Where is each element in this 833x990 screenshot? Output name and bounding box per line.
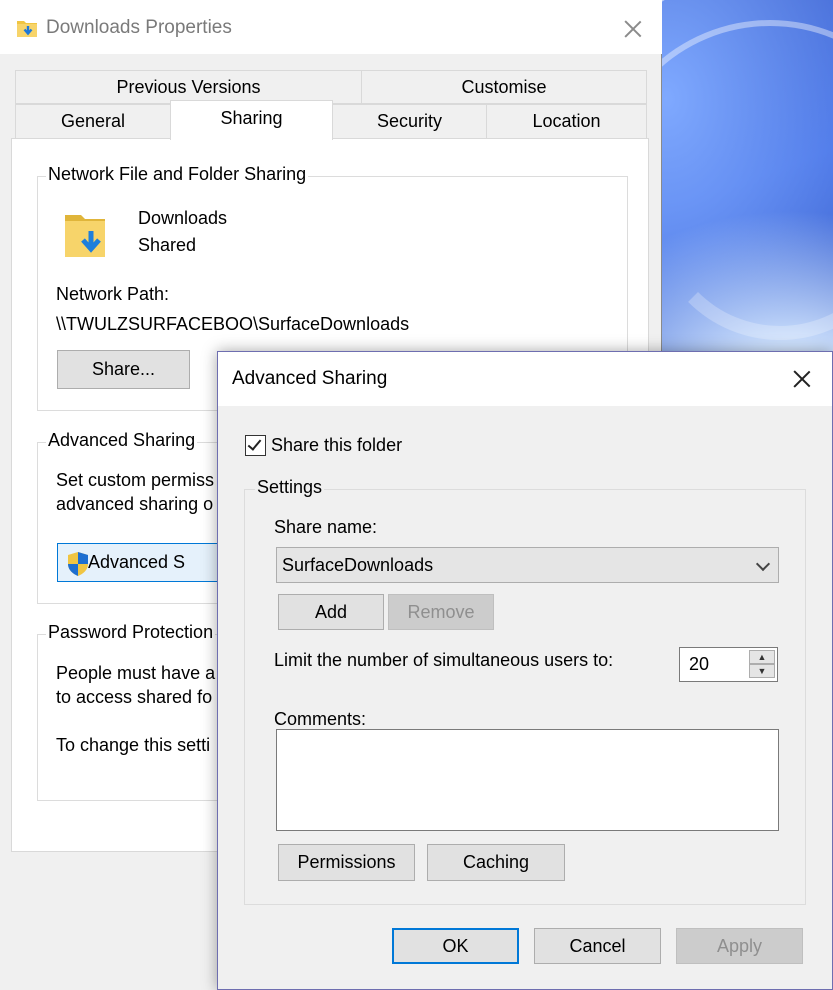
settings-group: Settings Share name: SurfaceDownloads Ad… xyxy=(244,477,806,905)
tab-label: Customise xyxy=(461,76,547,97)
tab-previous-versions[interactable]: Previous Versions xyxy=(15,70,362,104)
apply-button[interactable]: Apply xyxy=(676,928,803,964)
properties-titlebar[interactable]: Downloads Properties xyxy=(0,0,662,54)
tab-label: Location xyxy=(532,111,601,131)
password-protection-text: To change this setti xyxy=(56,735,211,755)
password-protection-text: People must have a xyxy=(56,663,216,683)
chevron-down-icon xyxy=(755,556,771,572)
checkmark-icon xyxy=(247,436,262,451)
button-label: Add xyxy=(314,601,348,622)
user-limit-value: 20 xyxy=(689,654,710,674)
comments-label: Comments: xyxy=(274,709,367,729)
share-this-folder-checkbox[interactable] xyxy=(245,435,266,456)
permissions-button[interactable]: Permissions xyxy=(278,844,415,881)
button-label: Advanced S xyxy=(88,552,186,572)
ok-button[interactable]: OK xyxy=(392,928,519,964)
tab-label: General xyxy=(60,111,126,131)
advanced-sharing-dialog: Advanced Sharing Share this folder Setti… xyxy=(217,351,833,990)
dialog-title: Advanced Sharing xyxy=(232,368,388,389)
user-limit-spinner[interactable]: 20 ▲ ▼ xyxy=(679,647,778,682)
group-legend: Password Protection xyxy=(46,622,216,643)
close-icon[interactable] xyxy=(622,18,644,40)
dialog-titlebar[interactable]: Advanced Sharing xyxy=(218,352,832,406)
button-label: OK xyxy=(442,935,469,956)
sharing-status: Shared xyxy=(138,235,197,255)
share-name-value: SurfaceDownloads xyxy=(282,554,434,575)
button-label: Apply xyxy=(716,935,763,956)
spinner-buttons: ▲ ▼ xyxy=(749,650,775,678)
tab-label: Sharing xyxy=(220,108,283,128)
tab-sharing[interactable]: Sharing xyxy=(170,100,333,140)
share-this-folder-label[interactable]: Share this folder xyxy=(271,435,402,456)
cancel-button[interactable]: Cancel xyxy=(534,928,661,964)
button-label: Share... xyxy=(91,359,156,379)
close-icon[interactable] xyxy=(791,368,813,390)
tab-label: Previous Versions xyxy=(116,76,261,97)
shared-folder-icon xyxy=(65,215,105,257)
advanced-sharing-description: advanced sharing o xyxy=(56,494,214,514)
group-legend: Advanced Sharing xyxy=(46,430,198,451)
network-path-label: Network Path: xyxy=(56,284,170,304)
share-name-dropdown[interactable]: SurfaceDownloads xyxy=(276,547,779,583)
tab-security[interactable]: Security xyxy=(332,104,487,139)
button-label: Caching xyxy=(462,852,530,872)
add-button[interactable]: Add xyxy=(278,594,384,630)
tab-general[interactable]: General xyxy=(15,104,171,139)
caching-button[interactable]: Caching xyxy=(427,844,565,881)
advanced-sharing-description: Set custom permiss xyxy=(56,470,215,490)
spin-down-button[interactable]: ▼ xyxy=(749,664,775,678)
folder-download-icon xyxy=(17,21,37,37)
tab-customise[interactable]: Customise xyxy=(361,70,647,104)
comments-textarea[interactable] xyxy=(276,729,779,831)
button-label: Cancel xyxy=(569,935,626,956)
folder-name: Downloads xyxy=(138,208,228,228)
network-path: \\TWULZSURFACEBOO\SurfaceDownloads xyxy=(56,314,410,334)
button-label: Remove xyxy=(407,601,475,622)
tab-location[interactable]: Location xyxy=(486,104,647,139)
tab-label: Security xyxy=(376,111,443,131)
group-legend: Network File and Folder Sharing xyxy=(46,164,309,185)
spin-up-button[interactable]: ▲ xyxy=(749,650,775,664)
password-protection-text: to access shared fo xyxy=(56,687,213,707)
share-name-label: Share name: xyxy=(274,517,378,537)
remove-button[interactable]: Remove xyxy=(388,594,494,630)
group-legend: Settings xyxy=(255,477,325,498)
share-button[interactable]: Share... xyxy=(57,350,190,389)
button-label: Permissions xyxy=(297,852,396,872)
window-title: Downloads Properties xyxy=(46,17,232,38)
uac-shield-icon xyxy=(68,552,88,576)
user-limit-label: Limit the number of simultaneous users t… xyxy=(274,650,614,670)
